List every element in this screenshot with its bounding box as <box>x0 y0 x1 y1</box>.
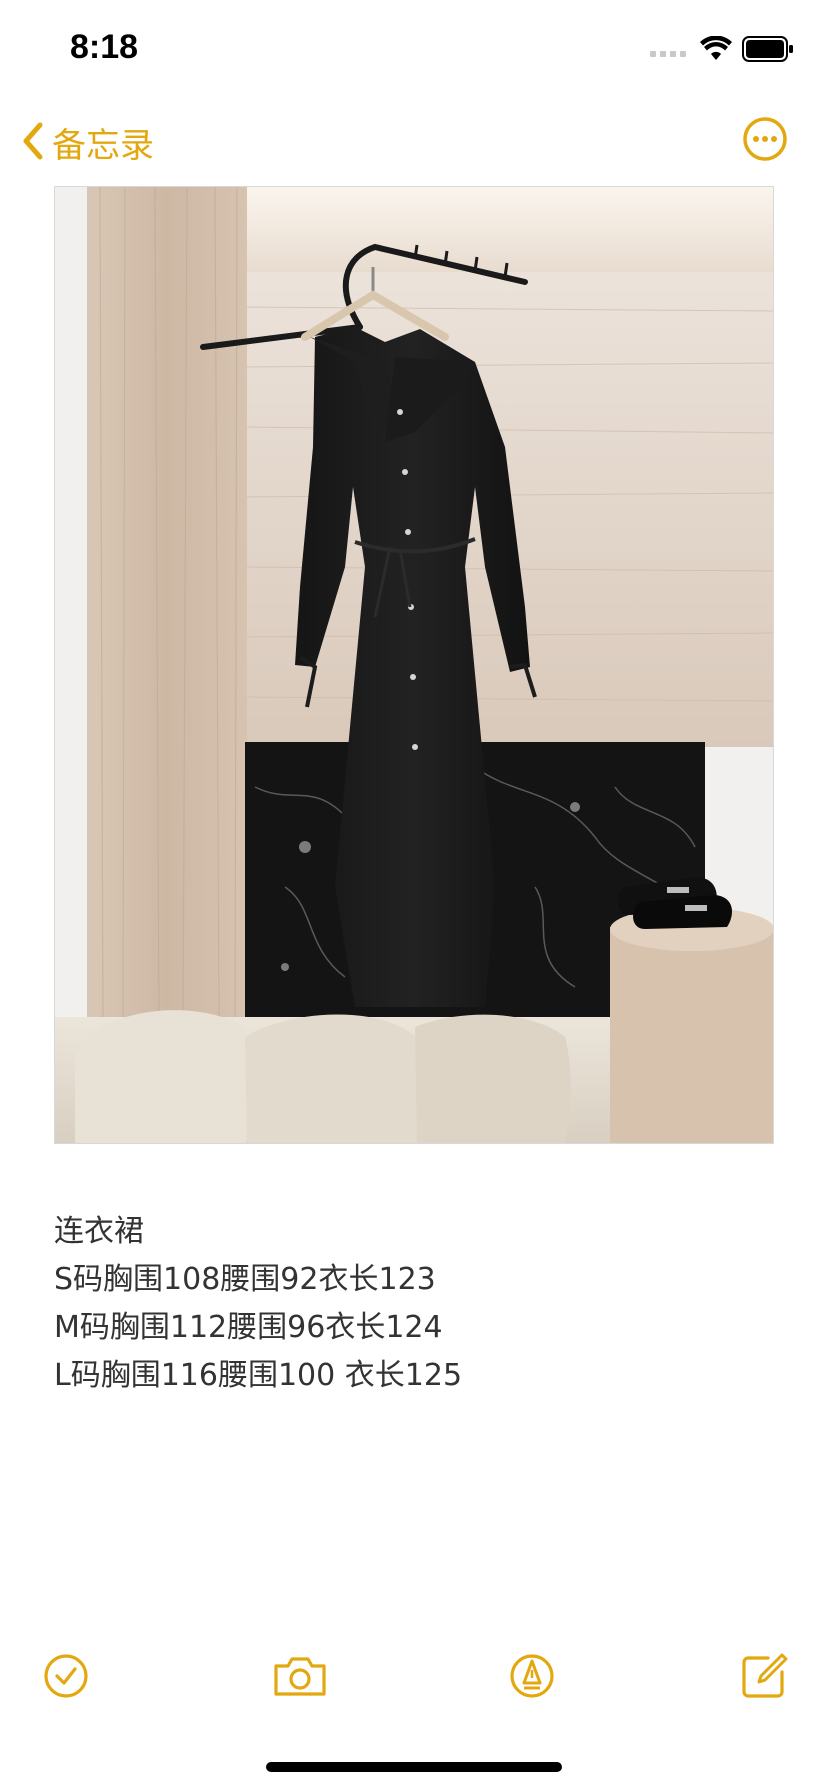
note-photo-attachment[interactable] <box>54 186 774 1144</box>
compose-icon <box>738 1653 790 1706</box>
camera-button[interactable] <box>270 1650 330 1702</box>
checkmark-circle-icon <box>40 1654 92 1706</box>
note-title-line: 连衣裙 <box>54 1214 144 1249</box>
more-button[interactable] <box>742 116 788 162</box>
note-line-size-m: M码胸围112腰围96衣长124 <box>54 1310 443 1345</box>
wifi-icon <box>700 35 732 66</box>
note-line-size-l: L码胸围116腰围100 衣长125 <box>54 1358 463 1393</box>
home-indicator[interactable] <box>266 1762 562 1772</box>
ellipsis-circle-icon <box>742 117 788 166</box>
compose-button[interactable] <box>738 1650 790 1702</box>
bottom-toolbar <box>0 1650 828 1710</box>
notes-screen: 8:18 备忘录 连衣裙 S码胸围108腰围92衣长123 M码胸围112腰围9… <box>0 0 828 1792</box>
status-time: 8:18 <box>70 28 139 66</box>
note-line-size-s: S码胸围108腰围92衣长123 <box>54 1262 436 1297</box>
status-indicators <box>650 35 794 66</box>
back-label: 备忘录 <box>52 126 154 166</box>
dress-photo <box>55 187 773 1143</box>
battery-icon <box>742 36 794 66</box>
nav-bar: 备忘录 <box>0 110 828 170</box>
markup-button[interactable] <box>506 1650 558 1702</box>
pen-tip-circle-icon <box>506 1654 558 1706</box>
status-bar: 8:18 <box>0 0 828 100</box>
chevron-left-icon <box>22 122 44 164</box>
checklist-button[interactable] <box>40 1650 92 1702</box>
back-button[interactable]: 备忘录 <box>22 118 154 167</box>
note-body[interactable]: 连衣裙 S码胸围108腰围92衣长123 M码胸围112腰围96衣长124 L码… <box>54 1208 774 1400</box>
camera-icon <box>270 1657 330 1706</box>
cellular-signal-icon <box>650 42 690 61</box>
